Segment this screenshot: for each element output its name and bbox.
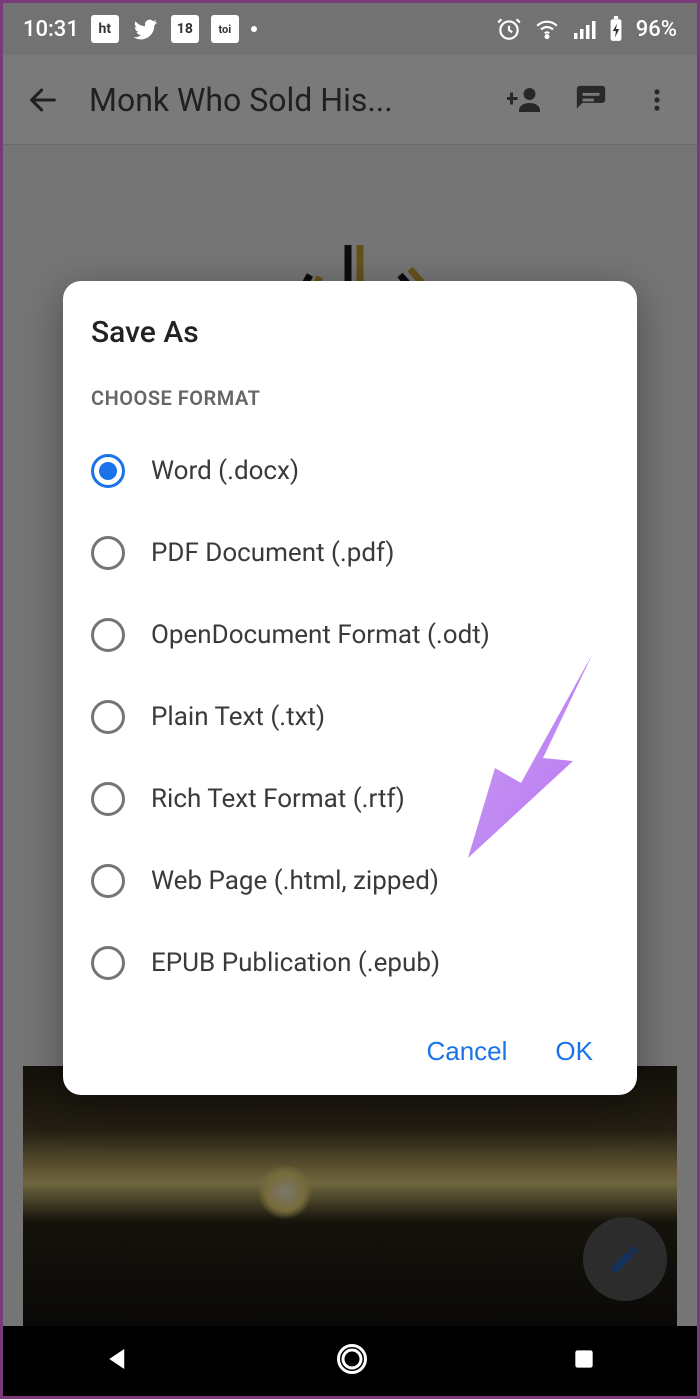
radio-icon bbox=[91, 454, 125, 488]
signal-icon bbox=[572, 17, 596, 41]
option-label: EPUB Publication (.epub) bbox=[151, 948, 440, 978]
option-label: Word (.docx) bbox=[151, 456, 299, 486]
radio-icon bbox=[91, 782, 125, 816]
format-option-odt[interactable]: OpenDocument Format (.odt) bbox=[91, 594, 609, 676]
format-option-pdf[interactable]: PDF Document (.pdf) bbox=[91, 512, 609, 594]
square-recents-icon bbox=[571, 1346, 597, 1372]
save-as-dialog: Save As CHOOSE FORMAT Word (.docx) PDF D… bbox=[63, 281, 637, 1095]
radio-icon bbox=[91, 618, 125, 652]
radio-icon bbox=[91, 864, 125, 898]
twitter-icon bbox=[131, 15, 159, 43]
battery-percent: 96% bbox=[636, 17, 677, 42]
option-label: Rich Text Format (.rtf) bbox=[151, 784, 405, 814]
format-option-rtf[interactable]: Rich Text Format (.rtf) bbox=[91, 758, 609, 840]
ok-button[interactable]: OK bbox=[555, 1036, 593, 1067]
format-option-txt[interactable]: Plain Text (.txt) bbox=[91, 676, 609, 758]
nav-back-button[interactable] bbox=[103, 1344, 133, 1378]
status-bar: 10:31 ht 18 toi 96% bbox=[3, 3, 697, 55]
option-label: Plain Text (.txt) bbox=[151, 702, 325, 732]
format-option-html[interactable]: Web Page (.html, zipped) bbox=[91, 840, 609, 922]
notif-18-icon: 18 bbox=[171, 15, 199, 43]
alarm-icon bbox=[496, 16, 522, 42]
triangle-back-icon bbox=[103, 1344, 133, 1374]
radio-icon bbox=[91, 700, 125, 734]
notif-toi-icon: toi bbox=[211, 15, 239, 43]
option-label: PDF Document (.pdf) bbox=[151, 538, 394, 568]
battery-icon bbox=[608, 16, 624, 42]
format-option-docx[interactable]: Word (.docx) bbox=[91, 430, 609, 512]
format-option-epub[interactable]: EPUB Publication (.epub) bbox=[91, 922, 609, 1004]
nav-home-button[interactable] bbox=[334, 1341, 370, 1381]
dialog-actions: Cancel OK bbox=[91, 1030, 609, 1073]
cancel-button[interactable]: Cancel bbox=[426, 1036, 507, 1067]
radio-icon bbox=[91, 946, 125, 980]
circle-home-icon bbox=[334, 1341, 370, 1377]
dialog-subtitle: CHOOSE FORMAT bbox=[91, 386, 609, 410]
notif-more-icon bbox=[251, 26, 257, 32]
nav-recents-button[interactable] bbox=[571, 1346, 597, 1376]
dialog-title: Save As bbox=[91, 315, 609, 350]
navigation-bar bbox=[3, 1326, 697, 1396]
radio-icon bbox=[91, 536, 125, 570]
notif-ht-icon: ht bbox=[91, 15, 119, 43]
device-frame: Monk Who Sold His... bbox=[0, 0, 700, 1399]
option-label: OpenDocument Format (.odt) bbox=[151, 620, 490, 650]
option-label: Web Page (.html, zipped) bbox=[151, 866, 439, 896]
wifi-icon bbox=[534, 16, 560, 42]
clock: 10:31 bbox=[23, 17, 79, 42]
